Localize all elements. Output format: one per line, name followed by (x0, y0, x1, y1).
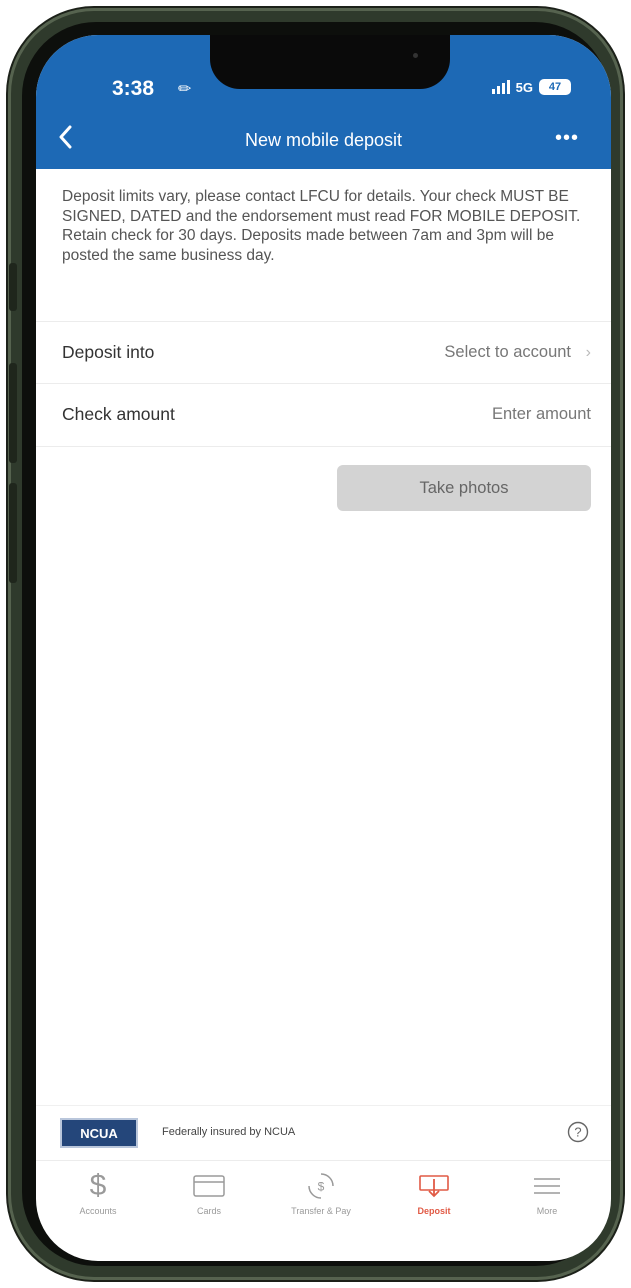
volume-up-button (9, 363, 17, 463)
tab-label: Cards (196, 1206, 221, 1216)
footer-divider (36, 1105, 611, 1106)
tab-bar: $ Accounts Cards $ Transfer & Pay Deposi… (36, 1160, 611, 1231)
tab-transfer-pay[interactable]: $ Transfer & Pay (276, 1171, 366, 1216)
tab-more[interactable]: More (502, 1171, 592, 1216)
take-photos-button[interactable]: Take photos (337, 465, 591, 511)
tab-label: Transfer & Pay (291, 1206, 351, 1216)
deposit-icon (389, 1171, 479, 1201)
check-amount-input[interactable]: Enter amount (492, 405, 591, 424)
check-amount-row[interactable]: Check amount Enter amount (36, 383, 611, 447)
tab-label: More (536, 1206, 558, 1216)
camera-notch (210, 35, 450, 89)
tab-cards[interactable]: Cards (164, 1171, 254, 1216)
battery-level: 47 (548, 81, 562, 93)
tab-accounts[interactable]: $ Accounts (53, 1169, 143, 1216)
app-screen: 3:38 ✏ 5G 47 New mobile deposit ••• Depo… (36, 35, 611, 1261)
volume-down-button (9, 483, 17, 583)
more-options-icon[interactable]: ••• (555, 127, 579, 150)
app-header: 3:38 ✏ 5G 47 New mobile deposit ••• (36, 35, 611, 169)
help-icon[interactable]: ? (567, 1121, 589, 1143)
card-icon (164, 1171, 254, 1201)
signal-icon (491, 80, 510, 94)
camera-dot (413, 53, 418, 58)
dollar-icon: $ (89, 1169, 107, 1202)
transfer-icon: $ (276, 1171, 366, 1201)
deposit-into-row[interactable]: Deposit into Select to account › (36, 321, 611, 384)
tab-label: Deposit (417, 1206, 451, 1216)
tab-deposit[interactable]: Deposit (389, 1171, 479, 1216)
mute-switch (9, 263, 17, 311)
check-amount-label: Check amount (62, 404, 175, 424)
deposit-notice: Deposit limits vary, please contact LFCU… (62, 188, 581, 264)
ncua-insured-text: Federally insured by NCUA (162, 1126, 296, 1138)
battery-icon: 47 (539, 79, 571, 95)
deposit-into-value: Select to account (444, 343, 571, 361)
svg-text:$: $ (318, 1180, 325, 1194)
status-indicators: 5G 47 (491, 79, 571, 95)
tab-label: Accounts (79, 1206, 117, 1216)
status-time: 3:38 (112, 77, 155, 100)
page-title: New mobile deposit (244, 130, 403, 150)
deposit-into-label: Deposit into (62, 342, 155, 362)
menu-icon (502, 1171, 592, 1201)
ncua-logo: NCUA (60, 1118, 138, 1148)
focus-icon: ✏ (178, 81, 192, 98)
network-label: 5G (515, 79, 533, 95)
svg-text:?: ? (574, 1125, 581, 1140)
chevron-right-icon: › (585, 344, 591, 361)
